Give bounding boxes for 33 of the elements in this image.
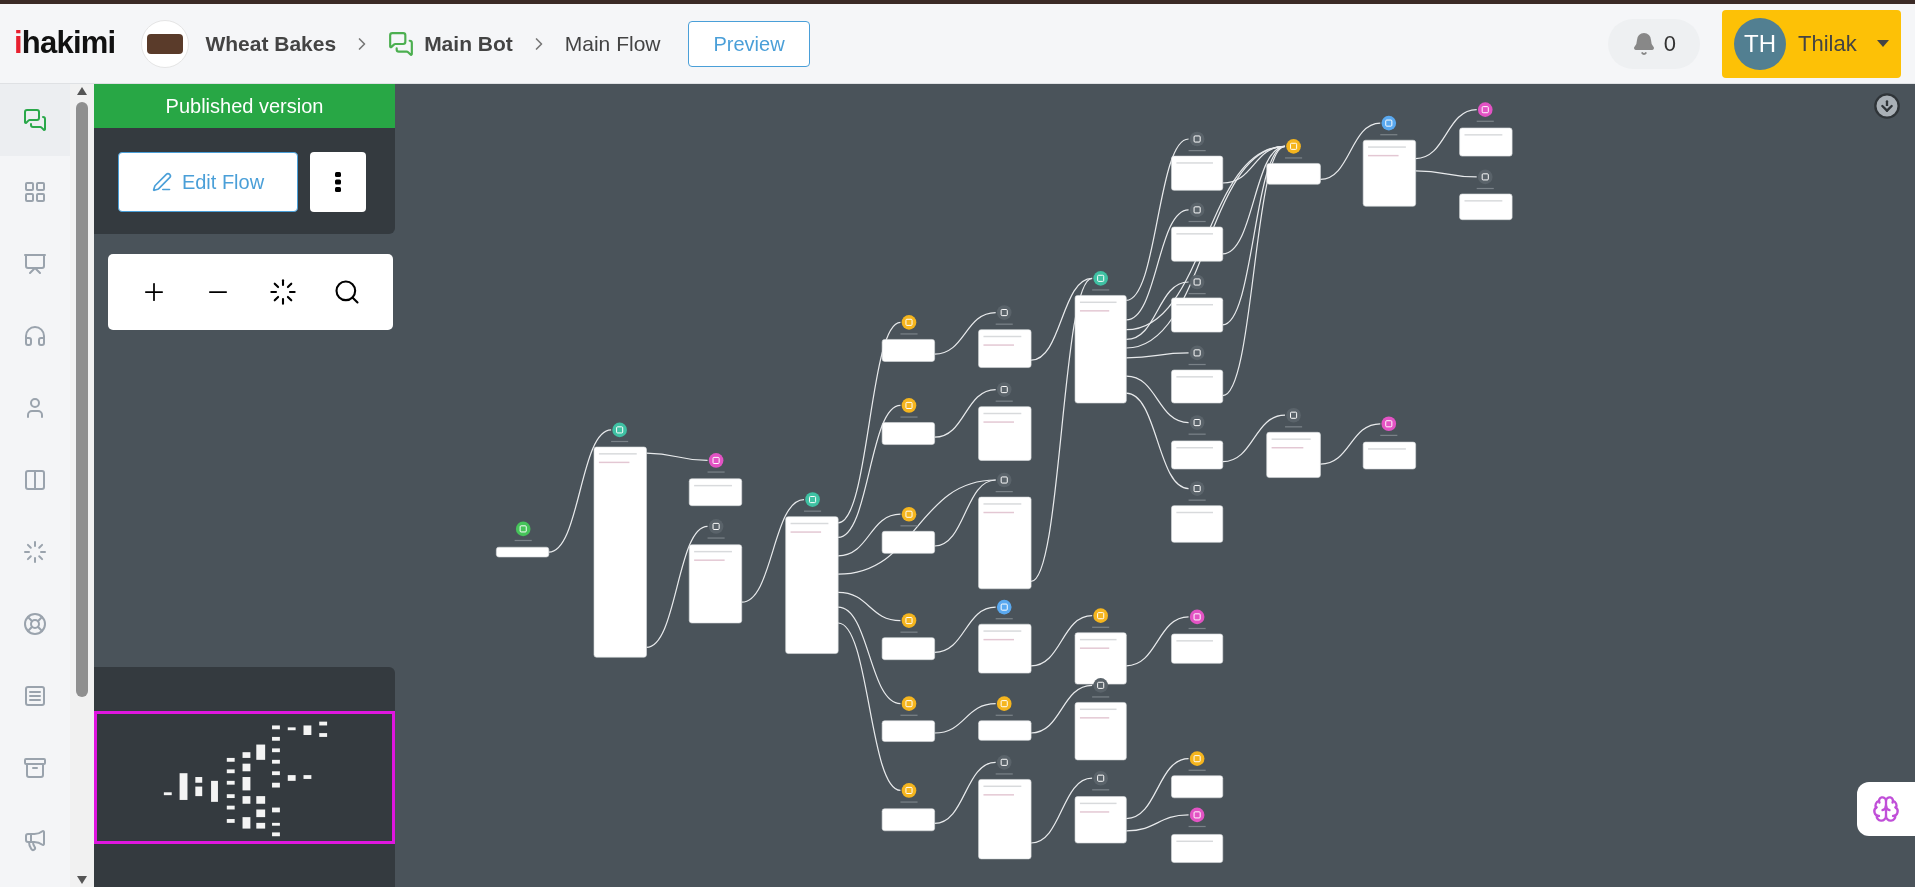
more-options-button[interactable] [310,152,366,212]
caret-icon [1877,40,1889,47]
scrollbar-thumb[interactable] [76,102,88,697]
megaphone-icon [23,828,47,852]
sparkle-icon [23,540,47,564]
columns-icon [23,468,47,492]
search-icon[interactable] [332,278,361,306]
breadcrumb-link[interactable]: Wheat Bakes [205,27,337,60]
chat-bubbles-icon [23,108,47,132]
status-banner: Published version [94,84,395,128]
sparkle-icon[interactable] [268,278,297,306]
user-menu-button[interactable]: TH Thilak [1722,9,1901,78]
lifebuoy-icon [23,612,47,636]
presentation-board-icon [23,252,47,276]
headset-icon [23,324,47,348]
ai-assistant-button[interactable] [1857,782,1915,836]
kebab-icon [335,172,341,192]
breadcrumb-link[interactable]: Main Flow [564,27,661,60]
grid-icon [23,180,47,204]
download-icon[interactable] [1873,92,1901,120]
archive-box-icon [23,756,47,780]
breadcrumb-link[interactable]: Main Bot [424,27,513,60]
scroll-up-icon[interactable] [76,86,88,96]
bell-icon [1631,31,1656,56]
chat-bubbles-icon [388,30,415,57]
minimap-drawing[interactable] [94,711,395,844]
user-avatar: TH [1734,17,1786,70]
brain-icon [1872,795,1900,823]
pen-icon [151,172,172,192]
notifications-button[interactable]: 0 [1607,18,1700,69]
square-menu-icon [23,684,47,708]
brand-logo[interactable]: ihakimi [14,20,116,67]
scroll-down-icon[interactable] [76,875,88,885]
